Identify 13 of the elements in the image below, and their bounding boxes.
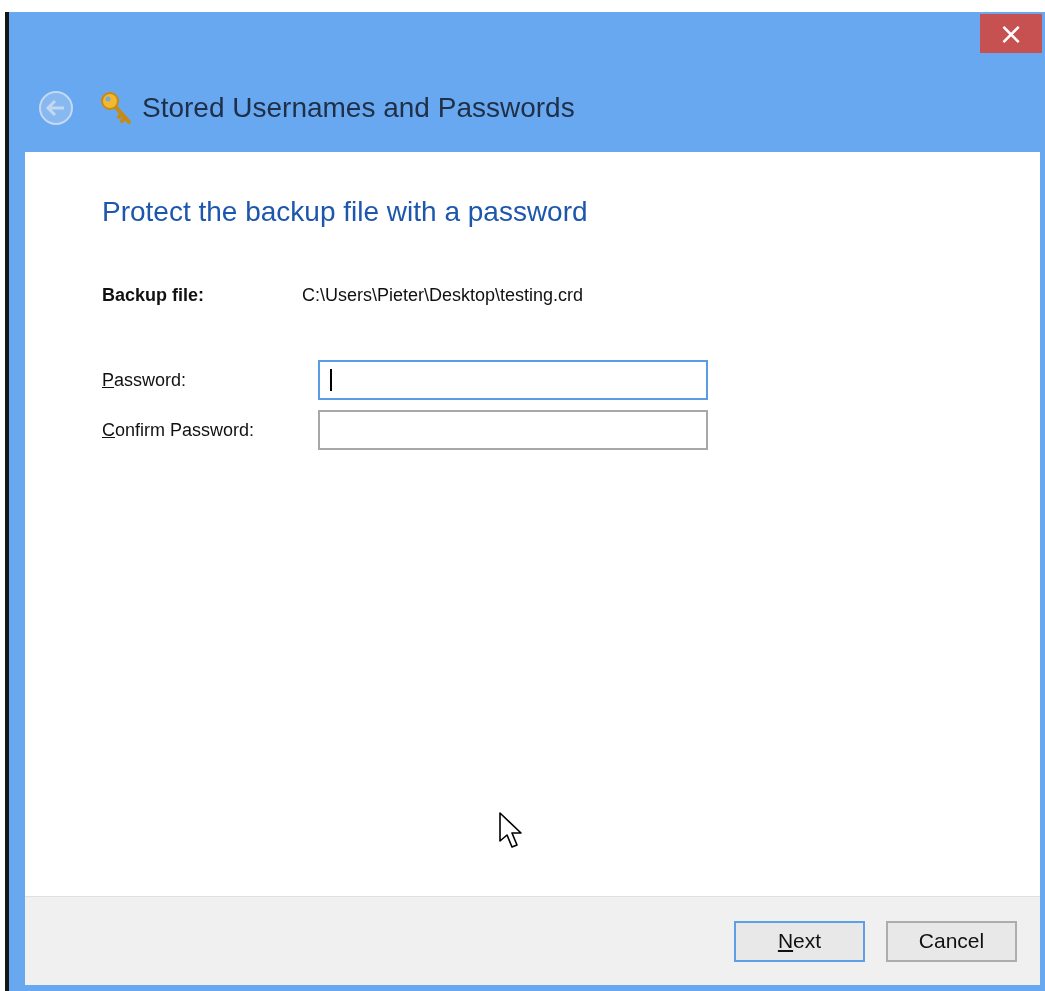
- window-title: Stored Usernames and Passwords: [142, 92, 575, 124]
- field-label: Confirm Password:: [102, 419, 256, 441]
- key-icon: [100, 91, 132, 125]
- password-field[interactable]: [318, 410, 708, 450]
- field-label: Password:: [102, 369, 188, 391]
- password-field[interactable]: [318, 360, 708, 400]
- dialog-button[interactable]: Next: [734, 920, 865, 962]
- backup-file-path: C:\Users\Pieter\Desktop\testing.crd: [302, 285, 584, 306]
- close-button[interactable]: ×: [980, 14, 1042, 53]
- dialog-button[interactable]: Cancel: [886, 920, 1017, 962]
- page-heading: Protect the backup file with a password: [102, 196, 589, 228]
- mouse-cursor-icon: [498, 811, 524, 849]
- backup-file-label: Backup file:: [102, 285, 206, 306]
